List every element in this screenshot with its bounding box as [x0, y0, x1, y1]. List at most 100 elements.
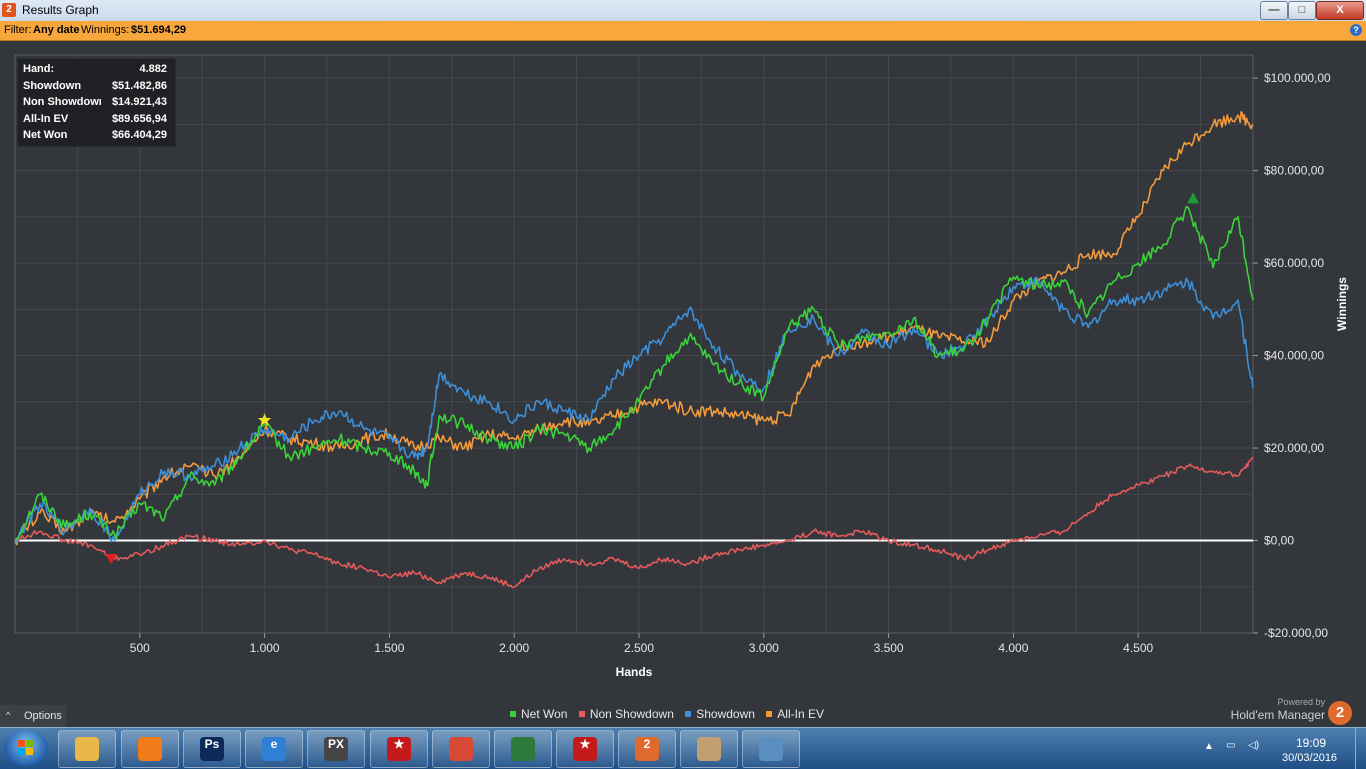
stat-row-all-in-ev: All-In EV $89.656,94	[23, 113, 171, 129]
x-tick-label: 4.500	[1123, 641, 1153, 655]
y-axis-label: Winnings	[1335, 277, 1349, 331]
x-tick-label: 1.000	[250, 641, 280, 655]
plot-area	[14, 54, 1254, 634]
window-title: Results Graph	[22, 3, 99, 17]
legend-swatch	[510, 710, 516, 717]
hand-stats-box: Hand: 4.882 Showdown $51.482,86 Non Show…	[17, 58, 176, 147]
holdem-manager-icon: 2	[635, 737, 659, 761]
y-tick-label: $20.000,00	[1264, 441, 1324, 455]
x-tick-label: 2.000	[499, 641, 529, 655]
internet-explorer-icon: e	[262, 737, 286, 761]
stat-value: 4.882	[139, 63, 167, 75]
stat-label: Showdown	[23, 80, 82, 92]
system-tray: ▲ ▭ ◁) 19:09 30/03/2016	[1200, 728, 1366, 769]
file-explorer-icon	[75, 737, 99, 761]
clock-date[interactable]: 30/03/2016	[1282, 752, 1337, 764]
x-tick-label: 3.000	[749, 641, 779, 655]
filter-label: Filter:	[4, 24, 32, 36]
stat-value: $51.482,86	[111, 80, 167, 92]
stat-value: $89.656,94	[111, 113, 167, 125]
show-desktop-button[interactable]	[1355, 728, 1366, 769]
taskbar-button-blender[interactable]	[121, 730, 179, 768]
close-button[interactable]: X	[1316, 1, 1364, 20]
y-tick-label: $40.000,00	[1264, 349, 1324, 363]
x-tick-label: 500	[130, 641, 150, 655]
x-tick-label: 3.500	[874, 641, 904, 655]
taskbar-button-poker-app[interactable]	[494, 730, 552, 768]
y-tick-label: $100.000,00	[1264, 71, 1331, 85]
start-button[interactable]	[4, 730, 48, 766]
minimize-button[interactable]: —	[1260, 1, 1288, 20]
filter-value[interactable]: Any date	[33, 24, 79, 36]
winnings-label: Winnings:	[81, 24, 130, 36]
stat-label: All-In EV	[23, 113, 69, 125]
volume-icon[interactable]: ◁)	[1248, 740, 1259, 751]
legend-swatch	[578, 710, 585, 717]
holdem-manager-logo: 2	[1328, 701, 1352, 725]
stat-value: $14.921,43	[111, 96, 167, 108]
legend-item-non-showdown[interactable]: Non Showdown	[578, 707, 674, 721]
stat-label: Net Won	[23, 129, 68, 141]
options-button[interactable]: ^ Options	[0, 705, 66, 727]
taskbar-button-file-explorer[interactable]	[58, 730, 116, 768]
y-tick-label: -$20.000,00	[1264, 626, 1328, 640]
stat-value: $66.404,29	[111, 129, 167, 141]
taskbar-button-photoshop[interactable]: Ps	[183, 730, 241, 768]
legend-item-net-won[interactable]: Net Won	[510, 707, 567, 721]
legend-swatch	[766, 710, 773, 717]
y-tick-label: $60.000,00	[1264, 256, 1324, 270]
blender-icon	[138, 737, 162, 761]
legend-label: Showdown	[696, 707, 755, 721]
poker-app-icon	[511, 737, 535, 761]
legend-item-all-in-ev[interactable]: All-In EV	[766, 707, 824, 721]
windows-taskbar: Ps e PX ★ ★ 2 ▲ ▭ ◁) 19:09 30/03/2016	[0, 727, 1366, 769]
y-tick-label: $80.000,00	[1264, 164, 1324, 178]
taskbar-button-pokerstars-2[interactable]: ★	[556, 730, 614, 768]
stat-row-showdown: Showdown $51.482,86	[23, 80, 171, 96]
results-graph[interactable]: 500 1.000 1.500 2.000 2.500 3.000 3.500 4.000 4.…	[0, 40, 1366, 705]
taskbar-button-photo-viewer[interactable]	[742, 730, 800, 768]
taskbar-button-internet-explorer[interactable]: e	[245, 730, 303, 768]
question-icon[interactable]: ?	[1350, 24, 1362, 36]
window-title-bar[interactable]: 2 Results Graph — □ X	[0, 0, 1366, 21]
taskbar-button-chrome[interactable]	[432, 730, 490, 768]
photo-viewer-icon	[759, 737, 783, 761]
network-icon[interactable]: ▭	[1226, 740, 1235, 751]
options-label: Options	[24, 710, 62, 722]
show-hidden-icons-icon[interactable]: ▲	[1204, 741, 1214, 752]
taskbar-button-holdem-manager[interactable]: 2	[618, 730, 676, 768]
pokerstars-icon: ★	[387, 737, 411, 761]
stat-row-non-showdown: Non Showdown $14.921,43	[23, 96, 171, 112]
stat-row-net-won: Net Won $66.404,29	[23, 129, 171, 145]
x-axis-label: Hands	[616, 665, 653, 679]
winnings-value: $51.694,29	[131, 24, 187, 36]
legend-label: Non Showdown	[589, 707, 674, 721]
app-icon: 2	[2, 3, 16, 17]
taskbar-button-pokerstars[interactable]: ★	[370, 730, 428, 768]
x-tick-label: 1.500	[374, 641, 404, 655]
stat-label: Non Showdown	[23, 96, 101, 108]
pokerstars-icon-2: ★	[573, 737, 597, 761]
caret-up-icon: ^	[6, 710, 11, 720]
px-app-icon: PX	[324, 737, 348, 761]
stat-row-hand: Hand: 4.882	[23, 63, 171, 79]
y-tick-label: $0,00	[1264, 534, 1294, 548]
taskbar-button-paint[interactable]	[680, 730, 738, 768]
windows-logo-icon	[18, 740, 34, 756]
legend-label: All-In EV	[777, 707, 824, 721]
photoshop-icon: Ps	[200, 737, 224, 761]
product-name: Hold'em Manager	[1230, 708, 1325, 722]
paint-icon	[697, 737, 721, 761]
x-tick-label: 2.500	[624, 641, 654, 655]
chart-legend: Net Won Non Showdown Showdown All-In EV	[510, 707, 832, 723]
legend-label: Net Won	[521, 707, 568, 721]
clock-time[interactable]: 19:09	[1296, 736, 1326, 750]
x-tick-label: 4.000	[998, 641, 1028, 655]
stat-label: Hand:	[23, 63, 55, 75]
powered-by-text: Powered by	[1277, 697, 1325, 707]
legend-swatch	[685, 710, 692, 717]
taskbar-button-px-app[interactable]: PX	[307, 730, 365, 768]
filter-bar[interactable]: Filter: Any date Winnings: $51.694,29 ?	[0, 21, 1366, 41]
legend-item-showdown[interactable]: Showdown	[685, 707, 755, 721]
maximize-button[interactable]: □	[1288, 1, 1316, 20]
